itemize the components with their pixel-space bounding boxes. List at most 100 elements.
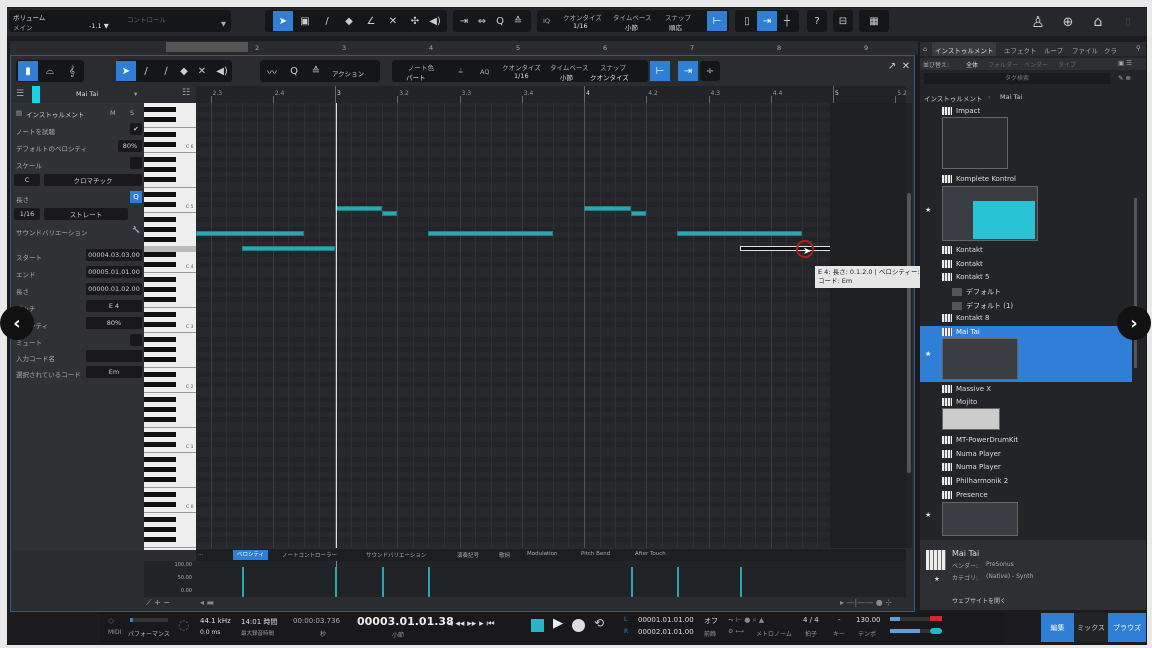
lane-tab[interactable]: ノートコントローラー: [282, 551, 337, 559]
key-value[interactable]: -: [838, 616, 841, 624]
metronome-settings-icon[interactable]: ⚙ ⟷: [728, 628, 744, 635]
record-button[interactable]: [572, 619, 585, 632]
quantize-select[interactable]: 1/16: [514, 72, 529, 80]
browser-item[interactable]: Mojito: [942, 398, 977, 406]
lane-tab[interactable]: 演奏記号: [457, 551, 479, 559]
home-icon[interactable]: ⌂: [1087, 11, 1109, 33]
quantize-length-icon[interactable]: Q: [130, 191, 142, 203]
midi-note[interactable]: [241, 246, 335, 251]
settings-grid-icon[interactable]: ▦: [859, 10, 889, 32]
sync-icon[interactable]: ⊕: [1057, 11, 1079, 33]
velocity-bar[interactable]: [739, 567, 742, 597]
range-tool-icon[interactable]: ▣: [295, 11, 315, 31]
midi-note[interactable]: [381, 211, 398, 216]
lane-tab[interactable]: 歌詞: [499, 551, 510, 559]
iq-button[interactable]: IQ: [543, 17, 550, 25]
chord-input-field[interactable]: [86, 350, 142, 362]
browser-item[interactable]: Kontakt 8: [942, 314, 989, 322]
black-key[interactable]: [144, 467, 176, 472]
video-icon[interactable]: ⊟: [833, 10, 853, 32]
length-field[interactable]: 00000.01.02.00: [86, 283, 142, 295]
quantize-icon[interactable]: Q: [284, 61, 304, 81]
transform-icon[interactable]: 〰: [262, 61, 282, 81]
page-edit-button[interactable]: 編集: [1041, 613, 1074, 642]
lane-tab[interactable]: Modulation: [527, 551, 558, 557]
sort-folder[interactable]: フォルダー: [988, 60, 1018, 69]
listen-tool-icon[interactable]: ◀): [212, 61, 232, 81]
pencil-tool-icon[interactable]: /: [317, 11, 337, 31]
audition-checkbox[interactable]: ✔: [130, 123, 142, 135]
black-key[interactable]: [144, 337, 176, 342]
timebase-select[interactable]: 小節: [560, 72, 573, 82]
lane-tab[interactable]: Pitch Bend: [581, 551, 610, 557]
black-key[interactable]: [144, 502, 176, 507]
zoom-slider[interactable]: ▸ —|—— ● ⊹: [840, 598, 892, 607]
page-mix-button[interactable]: ミックス: [1074, 613, 1108, 642]
piano-keyboard[interactable]: C 6 C 5 C 4 C 3 C 2 C 1 C 0: [144, 103, 196, 550]
position-display[interactable]: 00003.01.01.38: [357, 615, 454, 628]
black-key[interactable]: [144, 322, 176, 327]
velocity-field[interactable]: 80%: [86, 317, 142, 329]
lane-controls[interactable]: ⟋ + −: [146, 598, 170, 608]
favorite-star-icon[interactable]: ★: [925, 350, 931, 358]
piano-view-icon[interactable]: ▮: [18, 61, 38, 81]
detach-icon[interactable]: ↗: [886, 60, 898, 72]
chevron-down-icon[interactable]: ▼: [221, 20, 226, 28]
aq-icon[interactable]: ≟: [458, 68, 463, 76]
lane-tab[interactable]: サウンドバリエーション: [366, 551, 426, 559]
black-key[interactable]: [144, 297, 176, 302]
arrange-ruler[interactable]: 2 3 4 5 6 7 8 9: [10, 41, 918, 55]
arrow-tool-icon[interactable]: ➤: [273, 11, 293, 31]
search-icon[interactable]: ⚲: [1136, 44, 1141, 52]
browser-item[interactable]: Komplete Kontrol: [942, 175, 1016, 183]
eraser-tool-icon[interactable]: ◆: [174, 61, 194, 81]
time-signature[interactable]: 4 / 4: [803, 616, 819, 624]
black-key[interactable]: [144, 287, 176, 292]
velocity-bar[interactable]: [381, 567, 384, 597]
black-key[interactable]: [144, 517, 176, 522]
editor-ruler[interactable]: 2.3 2.4 3 3.2 3.3 3.4 4 4.2 4.3 4.4 5 5.2: [196, 86, 907, 113]
drum-view-icon[interactable]: ⌓: [40, 61, 60, 81]
close-icon[interactable]: ✕: [900, 60, 912, 72]
view-icons[interactable]: ▣ ☰: [1118, 59, 1132, 67]
black-key[interactable]: [144, 117, 176, 122]
quantize-select[interactable]: 1/16: [573, 22, 588, 30]
position-unit[interactable]: 小節: [392, 630, 404, 639]
user-icon[interactable]: ♙: [1027, 11, 1049, 33]
browser-item[interactable]: Numa Player: [942, 463, 1001, 471]
seconds-unit[interactable]: 秒: [320, 629, 326, 638]
precount-toggle[interactable]: オフ: [704, 616, 718, 626]
black-key[interactable]: [144, 192, 176, 197]
length-type-select[interactable]: ストレート: [44, 208, 128, 220]
vertical-scrollbar[interactable]: [906, 103, 912, 548]
snap-icon[interactable]: ≙: [306, 61, 326, 81]
tag-icons[interactable]: ✎ ⊗: [1118, 74, 1131, 82]
horizontal-scrollbar[interactable]: ◂ ▬: [200, 598, 214, 607]
tab-loops[interactable]: ループ: [1044, 45, 1063, 55]
black-key[interactable]: [144, 442, 176, 447]
velocity-lane[interactable]: [196, 561, 906, 597]
snap-toggle-icon[interactable]: ⊢: [650, 61, 670, 81]
browser-item[interactable]: Numa Player: [942, 450, 1001, 458]
solo-button[interactable]: S: [130, 109, 134, 117]
tab-cloud[interactable]: クラ: [1104, 45, 1117, 55]
website-link[interactable]: ウェブサイトを開く: [952, 596, 1006, 605]
scale-type-select[interactable]: クロマチック: [44, 174, 142, 186]
black-key[interactable]: [144, 262, 176, 267]
favorite-star-icon[interactable]: ★: [925, 511, 931, 519]
action-menu[interactable]: アクション: [332, 68, 364, 78]
snap-toggle-icon[interactable]: ⊢: [707, 11, 727, 31]
note-grid[interactable]: [196, 103, 830, 548]
mute-button[interactable]: M: [110, 109, 116, 117]
tag-search-input[interactable]: [924, 73, 1110, 84]
browser-item[interactable]: Philharmonik 2: [942, 477, 1008, 485]
slip-icon[interactable]: ⇥: [455, 11, 473, 31]
length-select[interactable]: 1/16: [14, 208, 40, 220]
favorite-star-icon[interactable]: ★: [934, 575, 940, 583]
home-icon[interactable]: ⌂: [923, 45, 927, 53]
autoscroll-icon[interactable]: ⇥: [757, 11, 777, 31]
lane-tab[interactable]: ベロシティ: [233, 550, 269, 560]
black-key[interactable]: [144, 227, 176, 232]
tab-files[interactable]: ファイル: [1072, 45, 1098, 55]
black-key[interactable]: [144, 312, 176, 317]
